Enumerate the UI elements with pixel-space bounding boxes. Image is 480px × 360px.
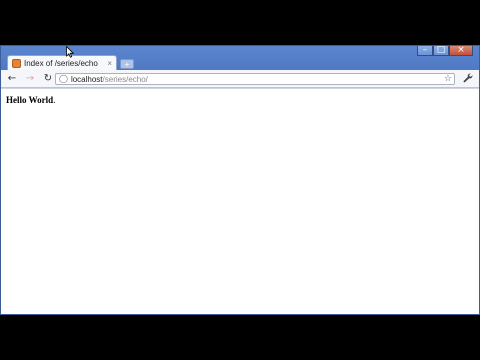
tab-title: Index of /series/echo: [24, 59, 98, 68]
tab-close-icon[interactable]: ×: [107, 59, 112, 68]
page-favicon-icon: [12, 59, 21, 68]
browser-toolbar: ← → ↻ ◯ localhost /series/echo/ ☆: [1, 70, 479, 88]
reload-button[interactable]: ↻: [41, 72, 55, 86]
mouse-cursor-icon: [66, 46, 74, 58]
wrench-menu-icon[interactable]: [463, 73, 473, 86]
back-button[interactable]: ←: [5, 72, 19, 86]
close-window-button[interactable]: ×: [449, 46, 473, 56]
url-host: localhost: [70, 74, 103, 84]
bookmark-star-icon[interactable]: ☆: [444, 74, 452, 84]
forward-button[interactable]: →: [23, 72, 37, 86]
tab-index-series-echo[interactable]: Index of /series/echo ×: [7, 55, 117, 71]
web-page-content: Hello World.: [1, 88, 479, 314]
hello-world-text: Hello World: [6, 95, 54, 105]
globe-icon: ◯: [59, 74, 68, 83]
maximize-button[interactable]: □: [433, 46, 449, 56]
browser-window: – □ × Index of /series/echo × + ← → ↻ ◯ …: [0, 45, 480, 315]
url-path: /series/echo/: [102, 74, 148, 84]
minimize-button[interactable]: –: [417, 46, 433, 56]
new-tab-button[interactable]: +: [120, 59, 134, 69]
address-bar[interactable]: ◯ localhost /series/echo/ ☆: [55, 73, 455, 85]
page-body-text: Hello World.: [6, 95, 55, 105]
hello-world-suffix: .: [53, 95, 56, 105]
window-controls: – □ ×: [417, 46, 473, 56]
